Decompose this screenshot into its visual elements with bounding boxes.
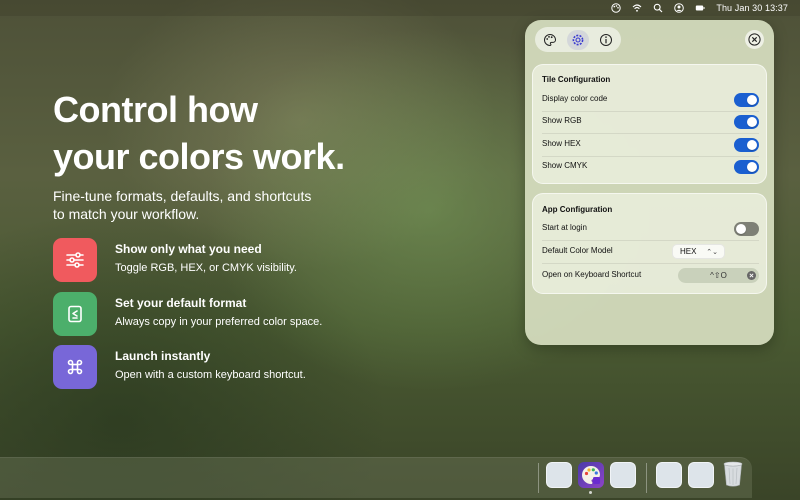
setting-row-show-cmyk: Show CMYK <box>542 157 759 177</box>
hero-subtitle-line-2: to match your workflow. <box>53 206 200 222</box>
dock-separator <box>538 463 539 493</box>
blank-app-icon[interactable] <box>656 462 682 488</box>
panel-tab-bar <box>535 27 621 52</box>
app-configuration-title: App Configuration <box>542 205 613 214</box>
app-configuration-card: App Configuration Start at login Default… <box>532 193 767 294</box>
toggle-knob <box>747 95 757 105</box>
info-icon <box>600 33 612 46</box>
blank-app-icon[interactable] <box>546 462 572 488</box>
hero-title: Control how your colors work. <box>53 86 393 180</box>
palette-icon <box>544 33 557 46</box>
menu-bar: Thu Jan 30 13:37 <box>0 0 800 16</box>
feature-title: Set your default format <box>115 296 247 310</box>
dock <box>0 457 752 498</box>
tile-configuration-card: Tile Configuration Display color code Sh… <box>532 64 767 184</box>
user-circle-icon[interactable] <box>674 3 685 13</box>
feature-description: Open with a custom keyboard shortcut. <box>115 369 306 381</box>
color-picker-app-icon[interactable] <box>578 462 604 488</box>
row-divider <box>542 133 759 134</box>
hero-subtitle-line-1: Fine-tune formats, defaults, and shortcu… <box>53 188 312 204</box>
setting-row-start-at-login: Start at login <box>542 219 759 241</box>
feature-description: Toggle RGB, HEX, or CMYK visibility. <box>115 262 297 274</box>
tab-info[interactable] <box>595 30 617 50</box>
feature-title: Launch instantly <box>115 349 211 363</box>
setting-label: Show CMYK <box>542 161 588 170</box>
show-hex-toggle[interactable] <box>734 138 759 152</box>
select-value: HEX <box>680 247 697 256</box>
clear-shortcut-icon[interactable] <box>747 271 756 280</box>
feature-title: Show only what you need <box>115 242 262 256</box>
command-key-icon <box>53 345 97 389</box>
color-palette-icon[interactable] <box>611 3 622 13</box>
keyboard-shortcut-recorder[interactable]: ^⇧O <box>678 268 759 283</box>
setting-row-default-color-model: Default Color Model HEX ⌃⌄ <box>542 242 759 264</box>
show-rgb-toggle[interactable] <box>734 115 759 129</box>
wifi-icon[interactable] <box>632 3 642 13</box>
blank-app-icon[interactable] <box>610 462 636 488</box>
feature-description: Always copy in your preferred color spac… <box>115 316 323 328</box>
toggle-knob <box>747 162 757 172</box>
display-color-code-toggle[interactable] <box>734 93 759 107</box>
tile-configuration-title: Tile Configuration <box>542 75 611 84</box>
feature-item: Launch instantly Open with a custom keyb… <box>53 345 353 389</box>
trash-icon[interactable] <box>720 460 746 487</box>
setting-label: Show HEX <box>542 139 581 148</box>
menubar-clock[interactable]: Thu Jan 30 13:37 <box>716 3 788 13</box>
hero-subtitle: Fine-tune formats, defaults, and shortcu… <box>53 187 353 223</box>
document-format-icon <box>53 292 97 336</box>
setting-label: Open on Keyboard Shortcut <box>542 270 642 279</box>
default-color-model-select[interactable]: HEX ⌃⌄ <box>672 244 725 259</box>
start-at-login-toggle[interactable] <box>734 222 759 236</box>
settings-panel: Tile Configuration Display color code Sh… <box>525 20 774 345</box>
setting-label: Default Color Model <box>542 246 613 255</box>
toggle-knob <box>747 140 757 150</box>
row-divider <box>542 263 759 264</box>
dock-separator <box>646 463 647 493</box>
setting-label: Display color code <box>542 94 608 103</box>
setting-row-keyboard-shortcut: Open on Keyboard Shortcut ^⇧O <box>542 266 759 286</box>
setting-row-show-hex: Show HEX <box>542 135 759 157</box>
hero-title-line-2: your colors work. <box>53 136 345 177</box>
row-divider <box>542 240 759 241</box>
setting-row-show-rgb: Show RGB <box>542 112 759 134</box>
sliders-icon <box>53 238 97 282</box>
running-indicator <box>589 491 592 494</box>
search-icon[interactable] <box>653 3 663 13</box>
setting-label: Start at login <box>542 223 587 232</box>
close-circle-icon <box>748 33 761 46</box>
toggle-knob <box>736 224 746 234</box>
toggle-knob <box>747 117 757 127</box>
battery-icon[interactable] <box>695 3 705 13</box>
hero-title-line-1: Control how <box>53 89 258 130</box>
blank-app-icon[interactable] <box>688 462 714 488</box>
chevron-up-down-icon: ⌃⌄ <box>706 248 718 256</box>
setting-label: Show RGB <box>542 116 582 125</box>
close-button[interactable] <box>745 30 764 49</box>
tab-palette[interactable] <box>539 30 561 50</box>
settings-gear-icon <box>572 34 584 45</box>
setting-row-display-color-code: Display color code <box>542 90 759 112</box>
feature-item: Show only what you need Toggle RGB, HEX,… <box>53 238 353 282</box>
show-cmyk-toggle[interactable] <box>734 160 759 174</box>
tab-settings[interactable] <box>567 29 589 50</box>
shortcut-value: ^⇧O <box>710 271 727 280</box>
feature-item: Set your default format Always copy in y… <box>53 292 353 336</box>
